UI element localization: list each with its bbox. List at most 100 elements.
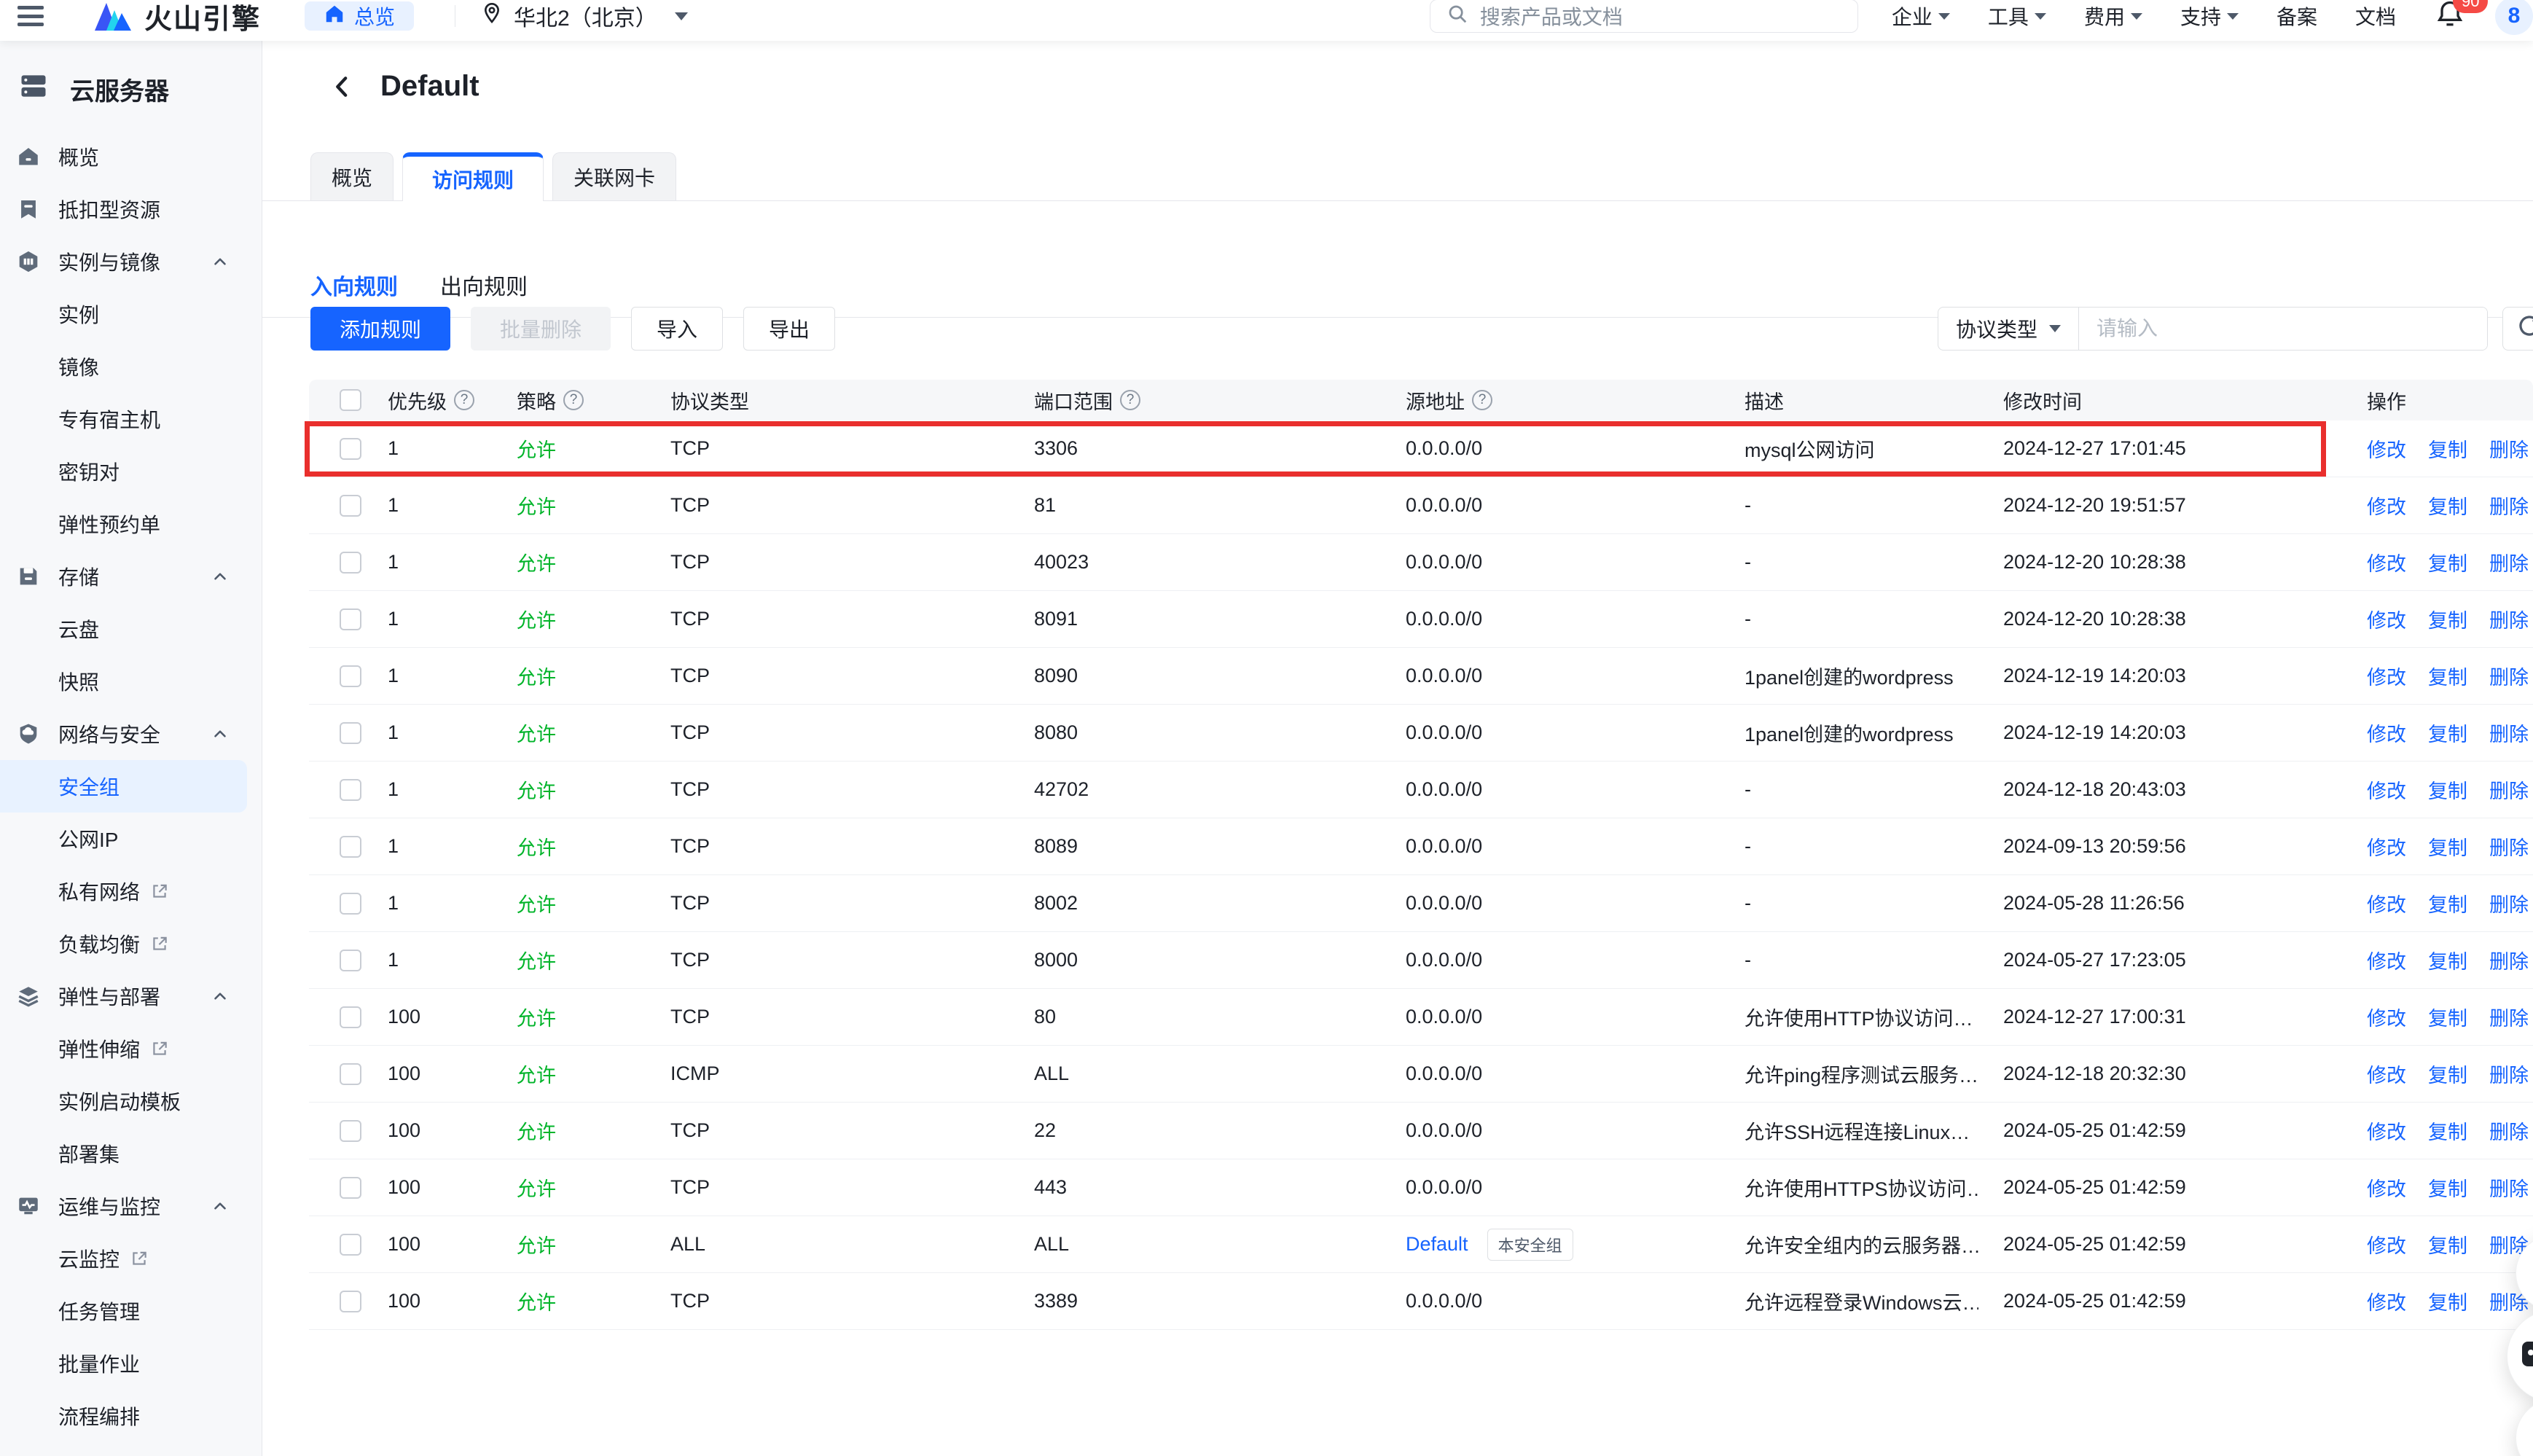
modify-link[interactable]: 修改 bbox=[2367, 719, 2406, 747]
sidebar-item-密钥对[interactable]: 密钥对 bbox=[0, 445, 262, 498]
copy-link[interactable]: 复制 bbox=[2428, 1230, 2467, 1259]
help-icon[interactable]: ? bbox=[1472, 390, 1492, 410]
copy-link[interactable]: 复制 bbox=[2428, 1003, 2467, 1031]
copy-link[interactable]: 复制 bbox=[2428, 1060, 2467, 1088]
modify-link[interactable]: 修改 bbox=[2367, 946, 2406, 974]
sidebar-item-部署集[interactable]: 部署集 bbox=[0, 1127, 262, 1180]
copy-link[interactable]: 复制 bbox=[2428, 719, 2467, 747]
avatar[interactable]: 8 bbox=[2495, 0, 2533, 35]
topbar-menu-item-工具[interactable]: 工具 bbox=[1988, 1, 2046, 31]
sidebar-item-弹性与部署[interactable]: 弹性与部署 bbox=[0, 970, 262, 1022]
region-selector[interactable]: 华北2（北京） bbox=[480, 0, 688, 32]
modify-link[interactable]: 修改 bbox=[2367, 662, 2406, 690]
select-all-checkbox[interactable] bbox=[340, 389, 361, 411]
delete-link[interactable]: 删除 bbox=[2489, 491, 2529, 520]
refresh-button[interactable] bbox=[2502, 307, 2533, 351]
sidebar-item-流程编排[interactable]: 流程编排 bbox=[0, 1390, 262, 1442]
delete-link[interactable]: 删除 bbox=[2489, 889, 2529, 917]
help-icon[interactable]: ? bbox=[454, 390, 474, 410]
topbar-menu-item-文档[interactable]: 文档 bbox=[2355, 1, 2396, 31]
sidebar-item-安全组[interactable]: 安全组 bbox=[0, 760, 247, 813]
sidebar-item-私有网络[interactable]: 私有网络 bbox=[0, 865, 262, 917]
delete-link[interactable]: 删除 bbox=[2489, 946, 2529, 974]
chevron-up-icon[interactable] bbox=[211, 567, 230, 586]
help-icon[interactable]: ? bbox=[1120, 390, 1140, 410]
chevron-up-icon[interactable] bbox=[211, 987, 230, 1006]
delete-link[interactable]: 删除 bbox=[2489, 775, 2529, 804]
sidebar-item-网络与安全[interactable]: 网络与安全 bbox=[0, 708, 262, 760]
modify-link[interactable]: 修改 bbox=[2367, 1116, 2406, 1145]
delete-link[interactable]: 删除 bbox=[2489, 719, 2529, 747]
chevron-up-icon[interactable] bbox=[211, 724, 230, 743]
source-value[interactable]: Default bbox=[1406, 1233, 1468, 1256]
sidebar-item-存储[interactable]: 存储 bbox=[0, 550, 262, 603]
filter-input[interactable] bbox=[2079, 308, 2487, 350]
row-checkbox[interactable] bbox=[340, 836, 361, 858]
row-checkbox[interactable] bbox=[340, 1177, 361, 1199]
global-search-input[interactable]: 搜索产品或文档 bbox=[1430, 0, 1858, 33]
modify-link[interactable]: 修改 bbox=[2367, 548, 2406, 576]
modify-link[interactable]: 修改 bbox=[2367, 605, 2406, 633]
row-checkbox[interactable] bbox=[340, 1063, 361, 1085]
tab-概览[interactable]: 概览 bbox=[310, 152, 394, 200]
modify-link[interactable]: 修改 bbox=[2367, 491, 2406, 520]
sidebar-item-任务管理[interactable]: 任务管理 bbox=[0, 1285, 262, 1337]
delete-link[interactable]: 删除 bbox=[2489, 662, 2529, 690]
copy-link[interactable]: 复制 bbox=[2428, 548, 2467, 576]
sidebar-item-专有宿主机[interactable]: 专有宿主机 bbox=[0, 393, 262, 445]
sidebar-item-弹性预约单[interactable]: 弹性预约单 bbox=[0, 498, 262, 550]
add-rule-button[interactable]: 添加规则 bbox=[310, 307, 450, 351]
menu-icon[interactable] bbox=[17, 6, 44, 26]
row-checkbox[interactable] bbox=[340, 665, 361, 687]
copy-link[interactable]: 复制 bbox=[2428, 605, 2467, 633]
row-checkbox[interactable] bbox=[340, 1234, 361, 1256]
sidebar-item-公网IP[interactable]: 公网IP bbox=[0, 813, 262, 865]
topbar-menu-item-费用[interactable]: 费用 bbox=[2084, 1, 2142, 31]
modify-link[interactable]: 修改 bbox=[2367, 434, 2406, 463]
modify-link[interactable]: 修改 bbox=[2367, 832, 2406, 861]
delete-link[interactable]: 删除 bbox=[2489, 1116, 2529, 1145]
sidebar-item-概览[interactable]: 概览 bbox=[0, 130, 262, 183]
row-checkbox[interactable] bbox=[340, 438, 361, 460]
modify-link[interactable]: 修改 bbox=[2367, 775, 2406, 804]
sidebar-item-批量作业[interactable]: 批量作业 bbox=[0, 1337, 262, 1390]
copy-link[interactable]: 复制 bbox=[2428, 775, 2467, 804]
import-button[interactable]: 导入 bbox=[631, 307, 723, 351]
sidebar-item-云盘[interactable]: 云盘 bbox=[0, 603, 262, 655]
copy-link[interactable]: 复制 bbox=[2428, 662, 2467, 690]
copy-link[interactable]: 复制 bbox=[2428, 946, 2467, 974]
modify-link[interactable]: 修改 bbox=[2367, 1060, 2406, 1088]
row-checkbox[interactable] bbox=[340, 495, 361, 517]
chevron-up-icon[interactable] bbox=[211, 252, 230, 271]
copy-link[interactable]: 复制 bbox=[2428, 832, 2467, 861]
copy-link[interactable]: 复制 bbox=[2428, 434, 2467, 463]
sidebar-item-镜像[interactable]: 镜像 bbox=[0, 340, 262, 393]
protocol-type-select[interactable]: 协议类型 bbox=[1938, 308, 2079, 350]
overview-nav-button[interactable]: 总览 bbox=[305, 1, 414, 31]
sidebar-item-运维与监控[interactable]: 运维与监控 bbox=[0, 1180, 262, 1232]
delete-link[interactable]: 删除 bbox=[2489, 1060, 2529, 1088]
delete-link[interactable]: 删除 bbox=[2489, 1003, 2529, 1031]
modify-link[interactable]: 修改 bbox=[2367, 1230, 2406, 1259]
delete-link[interactable]: 删除 bbox=[2489, 548, 2529, 576]
delete-link[interactable]: 删除 bbox=[2489, 832, 2529, 861]
modify-link[interactable]: 修改 bbox=[2367, 1003, 2406, 1031]
notifications-button[interactable]: 90 bbox=[2434, 0, 2466, 34]
sidebar-item-快照[interactable]: 快照 bbox=[0, 655, 262, 708]
tab-关联网卡[interactable]: 关联网卡 bbox=[552, 152, 676, 200]
row-checkbox[interactable] bbox=[340, 1291, 361, 1312]
sidebar-item-实例[interactable]: 实例 bbox=[0, 288, 262, 340]
copy-link[interactable]: 复制 bbox=[2428, 1287, 2467, 1315]
row-checkbox[interactable] bbox=[340, 950, 361, 971]
chevron-up-icon[interactable] bbox=[211, 1197, 230, 1216]
topbar-menu-item-支持[interactable]: 支持 bbox=[2180, 1, 2239, 31]
delete-link[interactable]: 删除 bbox=[2489, 434, 2529, 463]
row-checkbox[interactable] bbox=[340, 608, 361, 630]
topbar-menu-item-备案[interactable]: 备案 bbox=[2276, 1, 2317, 31]
copy-link[interactable]: 复制 bbox=[2428, 889, 2467, 917]
row-checkbox[interactable] bbox=[340, 722, 361, 744]
row-checkbox[interactable] bbox=[340, 1120, 361, 1142]
row-checkbox[interactable] bbox=[340, 893, 361, 915]
sidebar-item-云监控[interactable]: 云监控 bbox=[0, 1232, 262, 1285]
row-checkbox[interactable] bbox=[340, 1006, 361, 1028]
